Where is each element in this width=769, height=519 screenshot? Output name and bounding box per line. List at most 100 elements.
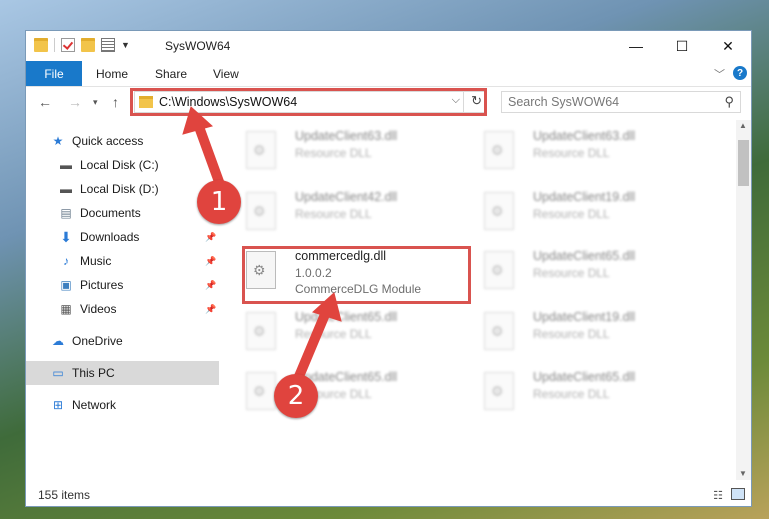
scroll-thumb[interactable] [738,140,749,186]
file-name: UpdateClient65.dll [533,249,636,263]
file-name: UpdateClient65.dll [295,310,398,324]
file-item[interactable]: UpdateClient63.dll Resource DLL [484,127,684,177]
sidebar-item-quick-access[interactable]: ★ Quick access [26,129,219,153]
step-2-badge: 2 [274,374,318,418]
sidebar-item-local-disk-c[interactable]: ▬ Local Disk (C:) [26,153,219,177]
pin-icon[interactable]: 📌 [205,280,216,291]
file-item[interactable]: UpdateClient65.dll Resource DLL [484,368,684,418]
file-item[interactable]: UpdateClient65.dll Resource DLL [246,308,446,358]
sidebar-item-network[interactable]: ⊞ Network [26,393,219,417]
back-arrow-icon[interactable]: ← [38,94,52,110]
sidebar-item-music[interactable]: ♪ Music 📌 [26,249,219,273]
sidebar-item-documents[interactable]: ▤ Documents [26,201,219,225]
pictures-icon: ▣ [60,278,72,292]
sidebar-item-onedrive[interactable]: ☁ OneDrive [26,329,219,353]
file-type: Resource DLL [295,146,372,160]
sidebar-item-downloads[interactable]: ⬇ Downloads 📌 [26,225,219,249]
large-icons-view-icon[interactable] [731,488,745,500]
minimize-button[interactable]: — [613,31,659,61]
network-icon: ⊞ [52,398,64,412]
cloud-icon: ☁ [52,334,64,348]
dll-file-icon [484,372,514,410]
properties-check-icon[interactable] [61,38,75,52]
file-item[interactable]: UpdateClient19.dll Resource DLL [484,188,684,238]
search-input[interactable]: Search SysWOW64 ⚲ [501,91,741,113]
pin-icon[interactable]: 📌 [205,304,216,315]
forward-arrow-icon[interactable]: → [68,94,82,110]
file-item[interactable]: UpdateClient65.dll Resource DLL [484,247,684,297]
sidebar-item-label: Pictures [80,278,124,292]
maximize-button[interactable]: ☐ [659,31,705,61]
dll-file-icon [246,372,276,410]
dll-file-icon [484,192,514,230]
pc-icon: ▭ [52,366,64,380]
status-bar: 155 items ☷ [26,483,751,507]
star-icon: ★ [52,134,64,148]
documents-icon: ▤ [60,206,72,220]
music-icon: ♪ [63,254,69,268]
dll-file-icon [246,192,276,230]
list-icon[interactable] [101,38,115,52]
tab-view[interactable]: View [213,61,239,86]
folder-icon [34,38,48,52]
file-name: UpdateClient19.dll [533,310,636,324]
file-name: UpdateClient63.dll [295,129,398,143]
help-icon[interactable]: ? [733,66,747,80]
sidebar-item-label: Videos [80,302,117,316]
navigation-pane: ★ Quick access ▬ Local Disk (C:) ▬ Local… [26,127,219,473]
file-name: UpdateClient65.dll [533,370,636,384]
customize-toolbar-icon[interactable]: ▼ [121,40,130,50]
file-type: Resource DLL [533,266,610,280]
sidebar-item-label: This PC [72,366,115,380]
dll-file-icon [484,131,514,169]
close-button[interactable]: ✕ [705,31,751,61]
sidebar-item-label: Quick access [72,134,144,148]
file-name: UpdateClient42.dll [295,190,398,204]
up-arrow-icon[interactable]: ↑ [112,94,119,110]
sidebar-item-videos[interactable]: ▦ Videos 📌 [26,297,219,321]
drive-icon: ▬ [60,158,72,172]
address-highlight-box [130,88,487,116]
tab-home[interactable]: Home [96,61,128,86]
separator [54,38,55,52]
vertical-scrollbar[interactable]: ▲ ▼ [736,120,751,480]
file-type: Resource DLL [295,207,372,221]
file-type: Resource DLL [533,387,610,401]
sidebar-item-pictures[interactable]: ▣ Pictures 📌 [26,273,219,297]
window-controls: — ☐ ✕ [613,31,751,61]
file-item[interactable]: UpdateClient42.dll Resource DLL [246,188,446,238]
file-type: Resource DLL [533,327,610,341]
recent-locations-icon[interactable]: ▾ [93,97,98,108]
videos-icon: ▦ [60,302,72,316]
details-view-icon[interactable]: ☷ [713,489,723,502]
download-icon: ⬇ [60,228,72,245]
sidebar-item-local-disk-d[interactable]: ▬ Local Disk (D:) [26,177,219,201]
dll-file-icon [246,131,276,169]
sidebar-item-label: Music [80,254,112,268]
pin-icon[interactable]: 📌 [205,256,216,267]
search-icon[interactable]: ⚲ [724,94,734,110]
pin-icon[interactable]: 📌 [205,232,216,243]
expand-ribbon-icon[interactable]: ﹀ [714,66,725,82]
step-1-badge: 1 [197,180,241,224]
sidebar-item-label: Network [72,398,117,412]
sidebar-item-label: Downloads [80,230,140,244]
scroll-down-icon[interactable]: ▼ [739,469,747,478]
tab-share[interactable]: Share [155,61,187,86]
new-folder-icon[interactable] [81,38,95,52]
window-title: SysWOW64 [165,39,231,53]
dll-file-icon [246,312,276,350]
sidebar-item-label: Local Disk (C:) [80,158,159,172]
sidebar-item-label: Local Disk (D:) [80,182,159,196]
dll-file-icon [484,251,514,289]
search-placeholder: Search SysWOW64 [508,95,620,109]
scroll-up-icon[interactable]: ▲ [739,121,747,130]
file-item[interactable]: UpdateClient19.dll Resource DLL [484,308,684,358]
sidebar-item-this-pc[interactable]: ▭ This PC [26,361,219,385]
tab-file[interactable]: File [26,61,82,86]
quick-access-toolbar: ▼ [34,38,130,52]
file-type: Resource DLL [533,146,610,160]
file-item[interactable]: UpdateClient63.dll Resource DLL [246,127,446,177]
file-type: Resource DLL [295,327,372,341]
file-highlight-box [242,246,471,304]
